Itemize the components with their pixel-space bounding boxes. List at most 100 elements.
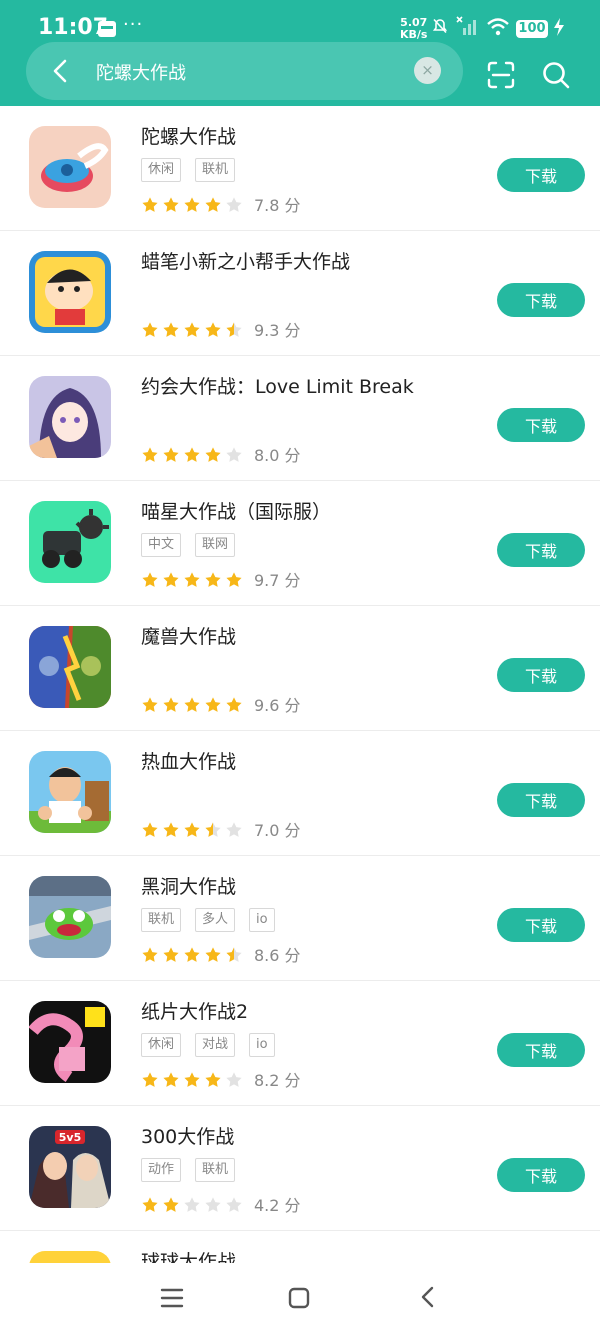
app-tag: 联网 bbox=[195, 533, 236, 557]
app-list-item[interactable]: 喵星大作战（国际服） 中文 联网 9.7 分 下载 bbox=[0, 481, 600, 606]
app-name[interactable]: 陀螺大作战 bbox=[141, 122, 236, 149]
app-rating: 8.2 分 bbox=[141, 1067, 301, 1090]
download-button[interactable]: 下载 bbox=[497, 783, 585, 817]
home-icon[interactable] bbox=[288, 1287, 310, 1309]
network-speed: 5.07 KB/s bbox=[400, 17, 427, 41]
app-tag: io bbox=[249, 1033, 275, 1057]
svg-text:5v5: 5v5 bbox=[59, 1131, 81, 1144]
app-score: 4.2 分 bbox=[254, 1196, 301, 1215]
app-tag: io bbox=[249, 908, 275, 932]
star-icon bbox=[205, 447, 221, 462]
app-rating: 7.8 分 bbox=[141, 192, 301, 215]
app-list-item[interactable]: 魔兽大作战 9.6 分 下载 bbox=[0, 606, 600, 731]
star-icon bbox=[142, 1072, 158, 1087]
app-tag: 联机 bbox=[195, 158, 236, 182]
app-icon[interactable] bbox=[29, 126, 111, 208]
app-name[interactable]: 球球大作战 bbox=[141, 1247, 236, 1263]
download-button[interactable]: 下载 bbox=[497, 658, 585, 692]
app-name[interactable]: 约会大作战：Love Limit Break bbox=[141, 372, 414, 399]
app-rating: 9.6 分 bbox=[141, 692, 301, 715]
app-icon[interactable] bbox=[29, 876, 111, 958]
clear-icon[interactable]: × bbox=[414, 57, 441, 84]
app-score: 7.8 分 bbox=[254, 196, 301, 215]
app-list-item[interactable]: 约会大作战：Love Limit Break 8.0 分 下载 bbox=[0, 356, 600, 481]
star-icon bbox=[163, 197, 179, 212]
star-icon bbox=[142, 322, 158, 337]
star-icon bbox=[226, 1197, 242, 1212]
app-rating: 4.2 分 bbox=[141, 1192, 301, 1215]
app-score: 8.0 分 bbox=[254, 446, 301, 465]
app-icon[interactable] bbox=[29, 1001, 111, 1083]
menu-icon[interactable] bbox=[160, 1287, 184, 1309]
download-button[interactable]: 下载 bbox=[497, 158, 585, 192]
app-list-item[interactable]: 热血大作战 7.0 分 下载 bbox=[0, 731, 600, 856]
star-icon bbox=[226, 1072, 242, 1087]
app-name[interactable]: 蜡笔小新之小帮手大作战 bbox=[141, 247, 350, 274]
star-icon bbox=[205, 1072, 221, 1087]
star-icon bbox=[142, 197, 158, 212]
star-icon bbox=[205, 697, 221, 712]
app-score: 8.2 分 bbox=[254, 1071, 301, 1090]
app-name[interactable]: 热血大作战 bbox=[141, 747, 236, 774]
download-button[interactable]: 下载 bbox=[497, 908, 585, 942]
wifi-icon bbox=[487, 18, 509, 36]
app-tags: 休闲 对战 io bbox=[141, 1033, 289, 1057]
app-icon[interactable] bbox=[29, 1251, 111, 1263]
search-icon[interactable] bbox=[541, 60, 571, 90]
app-name[interactable]: 纸片大作战2 bbox=[141, 997, 248, 1024]
app-list-item[interactable]: 球球大作战 bbox=[0, 1231, 600, 1263]
app-tag: 多人 bbox=[195, 908, 236, 932]
app-rating: 8.0 分 bbox=[141, 442, 301, 465]
star-rating-icons bbox=[141, 819, 246, 839]
star-icon bbox=[184, 197, 200, 212]
app-list-item[interactable]: 陀螺大作战休闲 联机 7.8 分 下载 bbox=[0, 106, 600, 231]
app-icon[interactable] bbox=[29, 251, 111, 333]
star-rating-icons bbox=[141, 1194, 246, 1214]
app-list-item[interactable]: 纸片大作战2 休闲 对战 io 8.2 分 下载 bbox=[0, 981, 600, 1106]
search-input[interactable] bbox=[94, 56, 398, 88]
app-icon[interactable] bbox=[29, 376, 111, 458]
download-button[interactable]: 下载 bbox=[497, 1158, 585, 1192]
star-icon bbox=[226, 947, 242, 962]
app-list-item[interactable]: 黑洞大作战 联机 多人 io 8.6 分 下载 bbox=[0, 856, 600, 981]
app-tag: 中文 bbox=[141, 533, 182, 557]
download-button[interactable]: 下载 bbox=[497, 408, 585, 442]
app-tags: 动作 联机 bbox=[141, 1158, 249, 1182]
app-icon[interactable] bbox=[29, 751, 111, 833]
star-rating-icons bbox=[141, 194, 246, 214]
star-icon bbox=[184, 447, 200, 462]
star-rating-icons bbox=[141, 944, 246, 964]
star-rating-icons bbox=[141, 569, 246, 589]
app-name[interactable]: 魔兽大作战 bbox=[141, 622, 236, 649]
star-rating-icons bbox=[141, 1069, 246, 1089]
app-tags: 中文 联网 bbox=[141, 533, 249, 557]
nav-back-icon[interactable] bbox=[418, 1285, 438, 1309]
charging-icon bbox=[554, 18, 564, 36]
app-name[interactable]: 300大作战 bbox=[141, 1122, 234, 1149]
download-button[interactable]: 下载 bbox=[497, 533, 585, 567]
app-tag: 休闲 bbox=[141, 158, 182, 182]
app-score: 9.3 分 bbox=[254, 321, 301, 340]
app-icon[interactable]: 5v5 bbox=[29, 1126, 111, 1208]
app-tag: 休闲 bbox=[141, 1033, 182, 1057]
app-score: 9.6 分 bbox=[254, 696, 301, 715]
app-list-item[interactable]: 5v5 300大作战 动作 联机 4.2 分 下载 bbox=[0, 1106, 600, 1231]
download-button[interactable]: 下载 bbox=[497, 283, 585, 317]
star-icon bbox=[205, 572, 221, 587]
star-icon bbox=[184, 1197, 200, 1212]
star-icon bbox=[163, 822, 179, 837]
search-box: × bbox=[26, 42, 463, 100]
app-name[interactable]: 黑洞大作战 bbox=[141, 872, 236, 899]
scan-icon[interactable] bbox=[486, 60, 516, 90]
app-name[interactable]: 喵星大作战（国际服） bbox=[141, 497, 331, 524]
download-button[interactable]: 下载 bbox=[497, 1033, 585, 1067]
app-tag: 联机 bbox=[195, 1158, 236, 1182]
app-score: 7.0 分 bbox=[254, 821, 301, 840]
app-tags: 休闲 联机 bbox=[141, 158, 249, 182]
star-icon bbox=[142, 947, 158, 962]
app-list-item[interactable]: 蜡笔小新之小帮手大作战 9.3 分 下载 bbox=[0, 231, 600, 356]
back-arrow-icon[interactable] bbox=[46, 56, 76, 86]
app-icon[interactable] bbox=[29, 626, 111, 708]
star-icon bbox=[142, 822, 158, 837]
app-icon[interactable] bbox=[29, 501, 111, 583]
